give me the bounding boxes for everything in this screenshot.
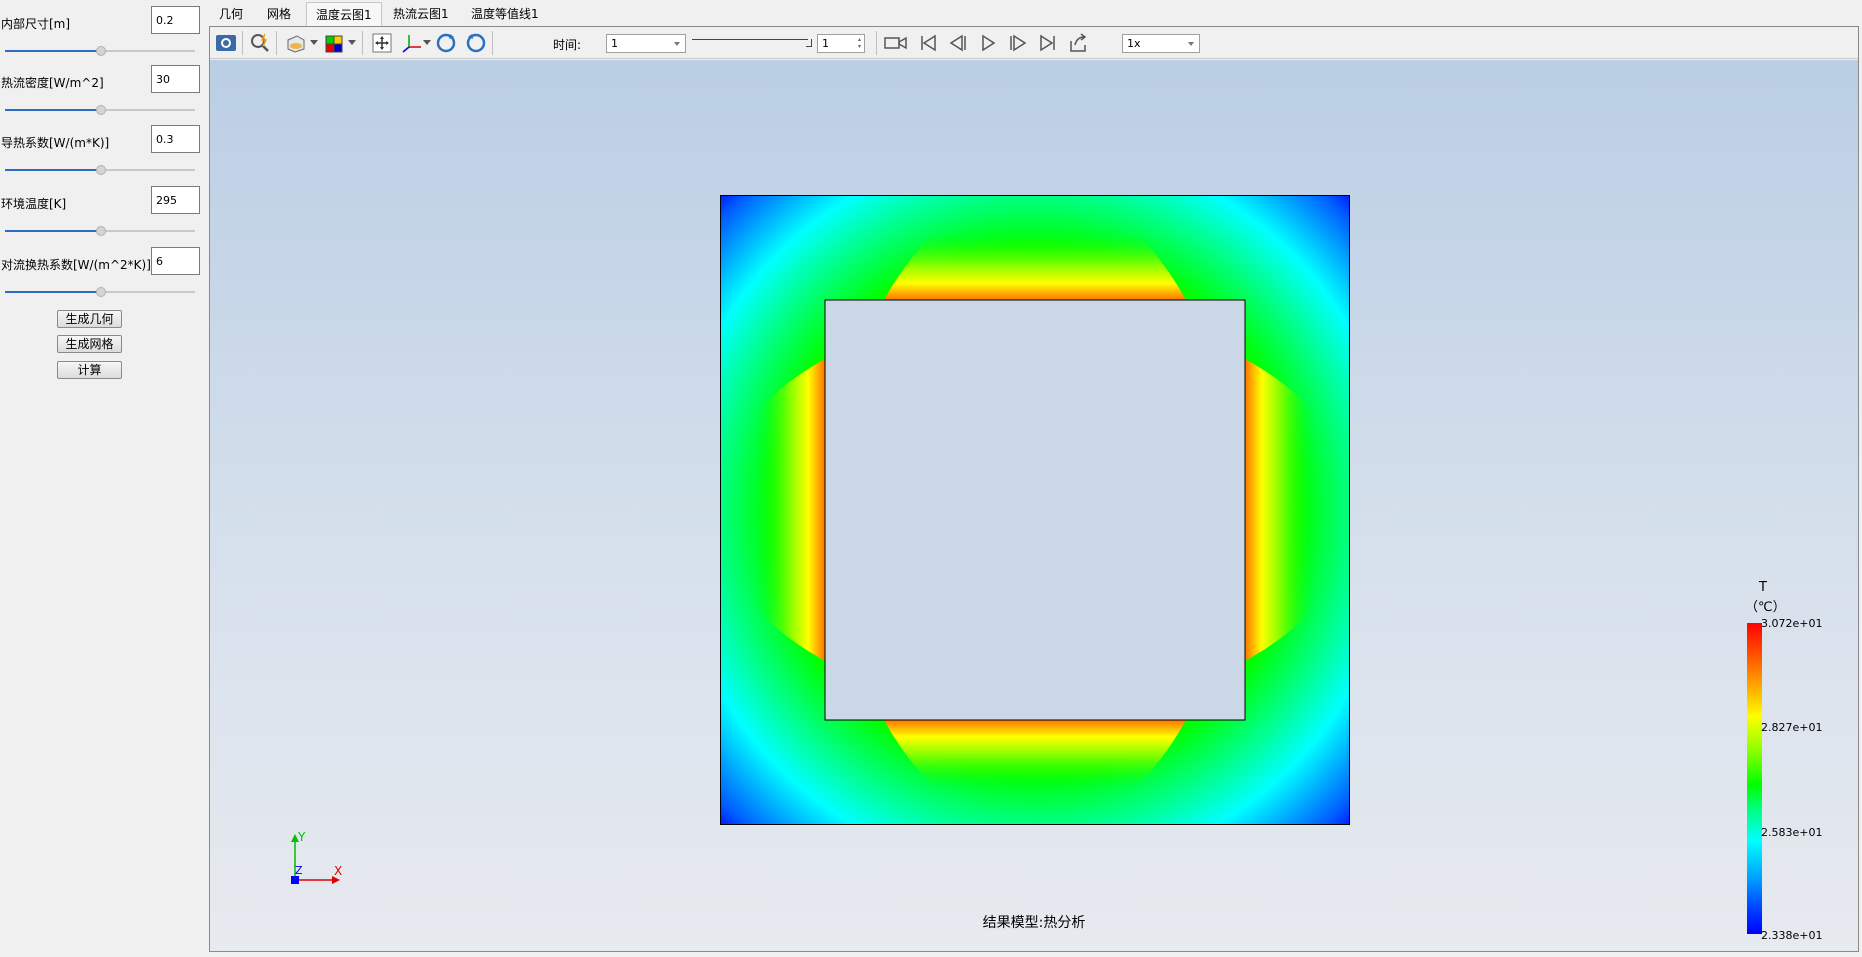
ambient-temp-slider-handle[interactable] bbox=[96, 226, 106, 236]
heat-flux-input[interactable] bbox=[151, 65, 200, 93]
previous-frame-icon[interactable] bbox=[946, 31, 970, 55]
tab-bar: 几何 网格 温度云图1 热流云图1 温度等值线1 bbox=[206, 0, 1862, 26]
generate-mesh-button[interactable]: 生成网格 bbox=[57, 335, 122, 353]
temperature-contour-plot bbox=[720, 195, 1350, 825]
heat-flux-slider-handle[interactable] bbox=[96, 105, 106, 115]
slider-fill bbox=[5, 169, 100, 171]
ambient-temp-input[interactable] bbox=[151, 186, 200, 214]
tab-temperature-isolines[interactable]: 温度等值线1 bbox=[462, 2, 548, 26]
slider-fill bbox=[5, 109, 100, 111]
tab-temperature-contour[interactable]: 温度云图1 bbox=[306, 2, 382, 26]
tab-heat-flux-contour[interactable]: 热流云图1 bbox=[384, 2, 458, 26]
toolbar-separator bbox=[242, 31, 243, 55]
param-conductivity: 导热系数[W/(m*K)] bbox=[0, 119, 206, 179]
convection-input[interactable] bbox=[151, 247, 200, 275]
legend-title: T bbox=[1759, 580, 1767, 595]
play-icon[interactable] bbox=[976, 31, 1000, 55]
tab-geometry[interactable]: 几何 bbox=[210, 2, 252, 26]
toolbar-separator bbox=[492, 31, 493, 55]
axes-orientation-icon[interactable] bbox=[400, 31, 424, 55]
compute-button[interactable]: 计算 bbox=[57, 361, 122, 379]
param-heat-flux: 热流密度[W/m^2] bbox=[0, 59, 206, 119]
legend-tick: 2.827e+01 bbox=[1761, 721, 1823, 734]
parameter-panel: 内部尺寸[m] 热流密度[W/m^2] 导热系数[W/(m*K)] 环境温度[K… bbox=[0, 0, 206, 957]
slider-fill bbox=[5, 50, 100, 52]
display-mode-icon[interactable] bbox=[284, 31, 308, 55]
axes-triad-icon: Y X Z bbox=[291, 830, 342, 884]
3d-viewport[interactable]: Y X Z T （℃） 3.072e+01 2.827e+01 2.583e+0… bbox=[210, 60, 1858, 951]
chevron-down-icon bbox=[1188, 42, 1194, 46]
param-label: 对流换热系数[W/(m^2*K)] bbox=[1, 258, 151, 272]
time-spin-value: 1 bbox=[822, 37, 829, 50]
param-inner-size: 内部尺寸[m] bbox=[0, 0, 206, 60]
next-frame-icon[interactable] bbox=[1006, 31, 1030, 55]
time-step-value: 1 bbox=[611, 37, 618, 50]
param-convection: 对流换热系数[W/(m^2*K)] bbox=[0, 241, 206, 301]
color-map-icon[interactable] bbox=[322, 31, 346, 55]
time-slider-handle[interactable] bbox=[806, 39, 812, 47]
time-label: 时间: bbox=[553, 38, 582, 52]
legend-tick-max: 3.072e+01 bbox=[1761, 617, 1823, 630]
param-label: 热流密度[W/m^2] bbox=[1, 76, 104, 90]
export-icon[interactable] bbox=[1066, 31, 1090, 55]
record-video-icon[interactable] bbox=[884, 31, 908, 55]
toolbar-separator bbox=[876, 31, 877, 55]
rotate-cw-icon[interactable] bbox=[434, 31, 458, 55]
screenshot-icon[interactable] bbox=[214, 31, 238, 55]
color-legend: T （℃） 3.072e+01 2.827e+01 2.583e+01 2.33… bbox=[1745, 580, 1855, 951]
first-frame-icon[interactable] bbox=[916, 31, 940, 55]
spin-arrows-icon[interactable]: ▴ ▾ bbox=[858, 36, 861, 50]
param-label: 内部尺寸[m] bbox=[1, 17, 71, 31]
chevron-down-icon bbox=[674, 42, 680, 46]
z-axis-label: Z bbox=[295, 864, 303, 877]
playback-speed-select[interactable]: 1x bbox=[1122, 34, 1200, 53]
inner-size-input[interactable] bbox=[151, 6, 200, 34]
time-slider-track[interactable] bbox=[692, 39, 808, 40]
result-view-frame: 时间: 1 1 ▴ ▾ 1x Y X Z T （℃） 3.072e+01 2.8… bbox=[209, 26, 1859, 952]
result-model-label: 结果模型:热分析 bbox=[982, 915, 1086, 931]
playback-speed-value: 1x bbox=[1127, 37, 1141, 50]
tab-mesh[interactable]: 网格 bbox=[258, 2, 300, 26]
view-toolbar: 时间: 1 1 ▴ ▾ 1x bbox=[210, 27, 1858, 59]
chevron-down-icon[interactable] bbox=[423, 40, 431, 45]
chevron-down-icon[interactable] bbox=[348, 40, 356, 45]
slider-fill bbox=[5, 230, 100, 232]
conductivity-input[interactable] bbox=[151, 125, 200, 153]
legend-unit: （℃） bbox=[1745, 600, 1786, 615]
toolbar-separator bbox=[362, 31, 363, 55]
param-label: 环境温度[K] bbox=[1, 197, 67, 211]
time-step-select[interactable]: 1 bbox=[606, 34, 686, 53]
pan-icon[interactable] bbox=[370, 31, 394, 55]
param-label: 导热系数[W/(m*K)] bbox=[1, 136, 110, 150]
x-axis-label: X bbox=[334, 864, 342, 878]
y-axis-label: Y bbox=[297, 830, 306, 844]
legend-tick: 2.583e+01 bbox=[1761, 826, 1823, 839]
rotate-ccw-icon[interactable] bbox=[464, 31, 488, 55]
inner-size-slider-handle[interactable] bbox=[96, 46, 106, 56]
legend-color-bar bbox=[1747, 623, 1762, 934]
convection-slider-handle[interactable] bbox=[96, 287, 106, 297]
param-ambient-temp: 环境温度[K] bbox=[0, 180, 206, 240]
generate-geometry-button[interactable]: 生成几何 bbox=[57, 310, 122, 328]
time-spinbox[interactable]: 1 ▴ ▾ bbox=[817, 34, 865, 53]
last-frame-icon[interactable] bbox=[1036, 31, 1060, 55]
conductivity-slider-handle[interactable] bbox=[96, 165, 106, 175]
slider-fill bbox=[5, 291, 100, 293]
toolbar-separator bbox=[276, 31, 277, 55]
zoom-fit-icon[interactable] bbox=[248, 31, 272, 55]
chevron-down-icon[interactable] bbox=[310, 40, 318, 45]
